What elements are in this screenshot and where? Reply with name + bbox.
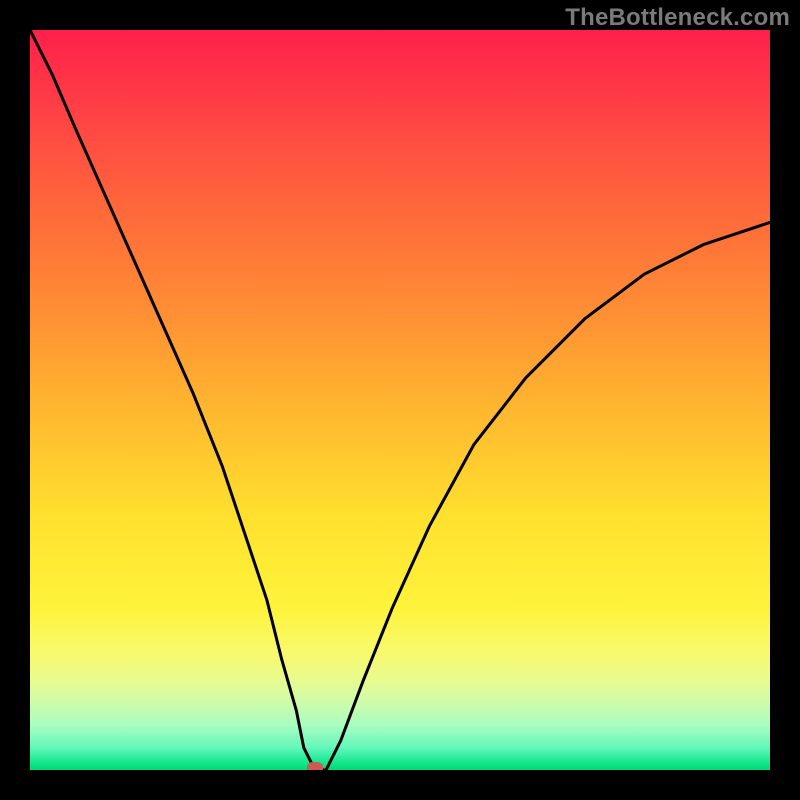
bottleneck-curve: [30, 30, 770, 770]
minimum-marker: [307, 762, 323, 770]
watermark-text: TheBottleneck.com: [565, 4, 790, 32]
plot-area: [30, 30, 770, 770]
chart-frame: TheBottleneck.com: [0, 0, 800, 800]
